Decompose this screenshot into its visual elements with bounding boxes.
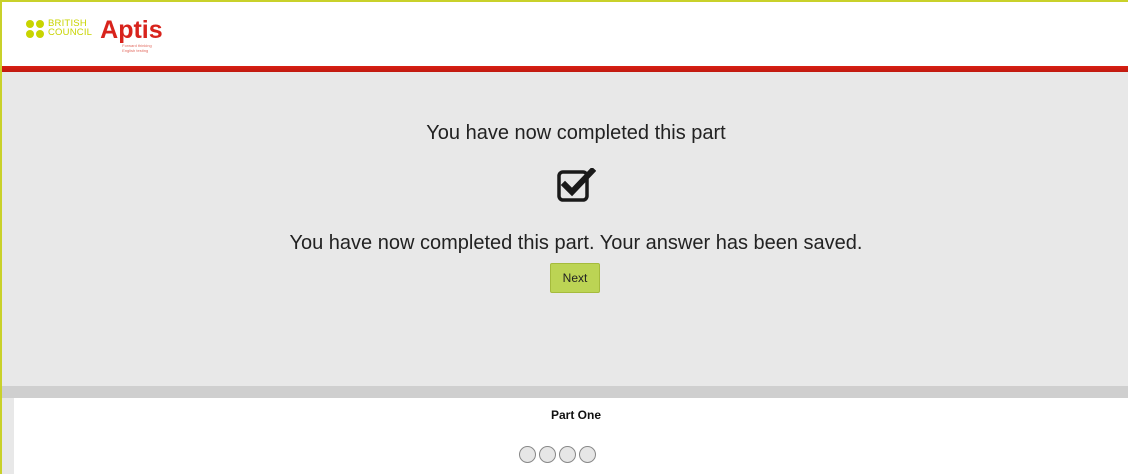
completion-message: You have now completed this part. Your a… xyxy=(289,232,863,254)
question-dot-3[interactable] xyxy=(559,446,576,463)
british-council-dots-icon xyxy=(26,20,44,38)
header: BRITISH COUNCIL Aptis Forward thinking E… xyxy=(0,0,1128,66)
next-button[interactable]: Next xyxy=(550,263,600,293)
aptis-tagline: Forward thinking English testing xyxy=(122,43,152,53)
question-dot-2[interactable] xyxy=(539,446,556,463)
question-dot-4[interactable] xyxy=(579,446,596,463)
aptis-logo-text: Aptis xyxy=(100,16,163,44)
part-label: Part One xyxy=(550,408,601,422)
british-council-logo-text: BRITISH COUNCIL xyxy=(48,18,93,38)
question-dot-1[interactable] xyxy=(519,446,536,463)
aptis-logo: Aptis Forward thinking English testing xyxy=(100,10,163,53)
completion-panel: You have now completed this part You hav… xyxy=(0,72,1128,386)
checked-box-icon xyxy=(557,168,596,202)
logo: BRITISH COUNCIL Aptis Forward thinking E… xyxy=(26,10,163,53)
completion-title: You have now completed this part xyxy=(426,122,726,144)
question-progress xyxy=(519,446,596,463)
part-navigation: Part One xyxy=(14,398,1128,474)
section-divider xyxy=(0,386,1128,398)
